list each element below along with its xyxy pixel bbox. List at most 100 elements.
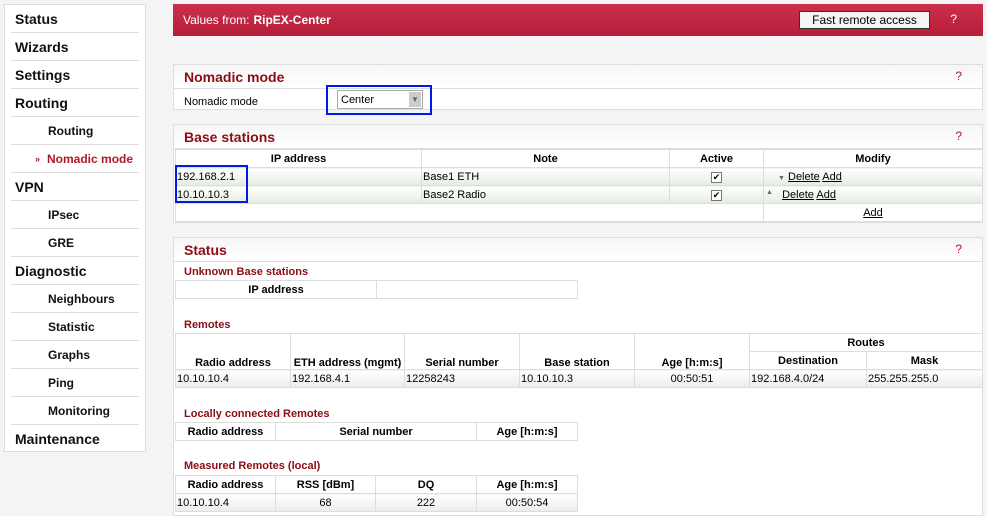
section-title: Measured Remotes (local) — [184, 460, 321, 472]
active-marker-icon: » — [35, 153, 41, 164]
sidebar-item-statistic[interactable]: Statistic — [11, 313, 139, 341]
remotes-table: Radio address ETH address (mgmt) Serial nu… — [175, 333, 983, 388]
col-header: IP address — [175, 280, 377, 299]
col-header: Modify — [763, 149, 983, 168]
col-header: Base station — [519, 333, 635, 370]
section-title: Remotes — [184, 319, 231, 331]
sidebar-item-label: IPsec — [48, 207, 80, 222]
note-cell: Base1 ETH — [421, 167, 670, 186]
sidebar-item-label: Neighbours — [48, 291, 115, 306]
col-header: RSS [dBm] — [275, 475, 376, 494]
sidebar-item-routing[interactable]: Routing — [11, 117, 139, 145]
panel-title: Nomadic mode — [184, 69, 285, 85]
help-icon[interactable]: ? — [955, 69, 962, 83]
col-header: Note — [421, 149, 670, 168]
cell: 10.10.10.3 — [519, 369, 635, 388]
table-row: 192.168.2.1 Base1 ETH ✔ ▼ Delete Add — [175, 167, 983, 186]
move-up-icon[interactable]: ▲ — [766, 189, 773, 196]
sidebar-item-diagnostic[interactable]: Diagnostic — [11, 257, 139, 285]
sidebar-item-nomadic-mode[interactable]: » Nomadic mode — [11, 145, 139, 173]
sidebar-item-label: Wizards — [15, 38, 69, 55]
base-stations-panel: Base stations? IP address Note Active Modif… — [173, 124, 983, 223]
sidebar-item-vpn[interactable]: VPN — [11, 173, 139, 201]
local-remotes-table: Radio address Serial number Age [h:m:s] — [175, 422, 578, 441]
col-header: Mask — [866, 351, 983, 370]
move-down-icon[interactable]: ▼ — [778, 175, 785, 182]
highlight-box — [175, 165, 248, 203]
col-header: Destination — [749, 351, 867, 370]
sidebar-item-label: Monitoring — [48, 403, 110, 418]
sidebar-item-wizards[interactable]: Wizards — [11, 33, 139, 61]
nomadic-mode-select[interactable]: Center ▼ — [337, 90, 423, 109]
add-link[interactable]: Add — [863, 207, 883, 219]
base-stations-table: IP address Note Active Modify 192.168.2.1 Ba… — [175, 149, 983, 222]
sidebar-item-label: Statistic — [48, 319, 95, 334]
sidebar-item-label: Graphs — [48, 347, 91, 362]
header-bar: Values from: RipEX-Center Fast remote ac… — [173, 4, 983, 36]
cell: 68 — [275, 493, 376, 512]
sidebar-item-ping[interactable]: Ping — [11, 369, 139, 397]
sidebar-item-label: Maintenance — [15, 431, 100, 447]
nomadic-mode-label: Nomadic mode — [184, 96, 258, 108]
col-header: Radio address — [175, 422, 276, 441]
help-icon[interactable]: ? — [955, 242, 962, 256]
sidebar-item-neighbours[interactable]: Neighbours — [11, 285, 139, 313]
fast-remote-access-button[interactable]: Fast remote access — [799, 11, 930, 29]
unknown-base-table: IP address — [175, 280, 578, 299]
sidebar: Status Wizards Settings Routing Routing » Noma… — [4, 4, 146, 452]
sidebar-item-label: VPN — [15, 178, 44, 195]
sidebar-item-routing[interactable]: Routing — [11, 89, 139, 117]
col-header: Serial number — [404, 333, 520, 370]
section-title: Unknown Base stations — [184, 266, 309, 278]
select-value: Center — [341, 94, 375, 106]
nomadic-mode-panel: Nomadic mode? Nomadic mode Center ▼ — [173, 64, 983, 115]
col-header: Age [h:m:s] — [476, 475, 578, 494]
status-panel: Status? Unknown Base stations IP address… — [173, 237, 983, 516]
help-icon[interactable]: ? — [950, 12, 957, 26]
col-header: Serial number — [275, 422, 477, 441]
col-header: ETH address (mgmt) — [290, 333, 405, 370]
table-row: 10.10.10.4 68 222 00:50:54 — [175, 493, 578, 512]
cell: 12258243 — [404, 369, 520, 388]
sidebar-item-label: Routing — [15, 94, 68, 111]
table-row: 10.10.10.4 192.168.4.1 12258243 10.10.10.3 0… — [175, 369, 983, 388]
add-link[interactable]: Add — [816, 189, 836, 201]
sidebar-item-label: Diagnostic — [15, 262, 87, 279]
col-header: Active — [669, 149, 764, 168]
sidebar-item-label: Settings — [15, 66, 71, 83]
col-header: Age [h:m:s] — [476, 422, 578, 441]
sidebar-item-status[interactable]: Status — [11, 5, 139, 33]
sidebar-item-gre[interactable]: GRE — [11, 229, 139, 257]
add-link[interactable]: Add — [822, 171, 842, 183]
values-from-label: Values from: — [183, 13, 250, 27]
sidebar-item-settings[interactable]: Settings — [11, 61, 139, 89]
panel-title: Status — [184, 242, 227, 258]
cell: 192.168.4.1 — [290, 369, 405, 388]
cell: 10.10.10.4 — [175, 493, 276, 512]
sidebar-item-label: Ping — [48, 375, 74, 390]
cell: 255.255.255.0 — [866, 369, 983, 388]
col-header: Routes — [749, 333, 983, 352]
sidebar-item-ipsec[interactable]: IPsec — [11, 201, 139, 229]
sidebar-item-label: Nomadic mode — [47, 151, 134, 166]
sidebar-item-monitoring[interactable]: Monitoring — [11, 397, 139, 425]
col-header: Age [h:m:s] — [634, 333, 750, 370]
delete-link[interactable]: Delete — [788, 171, 820, 183]
help-icon[interactable]: ? — [955, 129, 962, 143]
delete-link[interactable]: Delete — [782, 189, 814, 201]
cell: 192.168.4.0/24 — [749, 369, 867, 388]
active-checkbox[interactable]: ✔ — [711, 189, 722, 201]
active-checkbox[interactable]: ✔ — [711, 171, 722, 183]
chevron-down-icon[interactable]: ▼ — [409, 92, 421, 107]
sidebar-item-graphs[interactable]: Graphs — [11, 341, 139, 369]
cell: 00:50:54 — [476, 493, 578, 512]
measured-remotes-table: Radio address RSS [dBm] DQ Age [h:m:s] 10.1… — [175, 475, 578, 512]
cell: 10.10.10.4 — [175, 369, 291, 388]
sidebar-item-label: GRE — [48, 235, 75, 250]
col-header: DQ — [375, 475, 477, 494]
sidebar-item-maintenance[interactable]: Maintenance — [11, 425, 139, 453]
cell: 00:50:51 — [634, 369, 750, 388]
section-title: Locally connected Remotes — [184, 408, 330, 420]
sidebar-item-label: Status — [15, 10, 58, 27]
device-name: RipEX-Center — [253, 13, 331, 27]
